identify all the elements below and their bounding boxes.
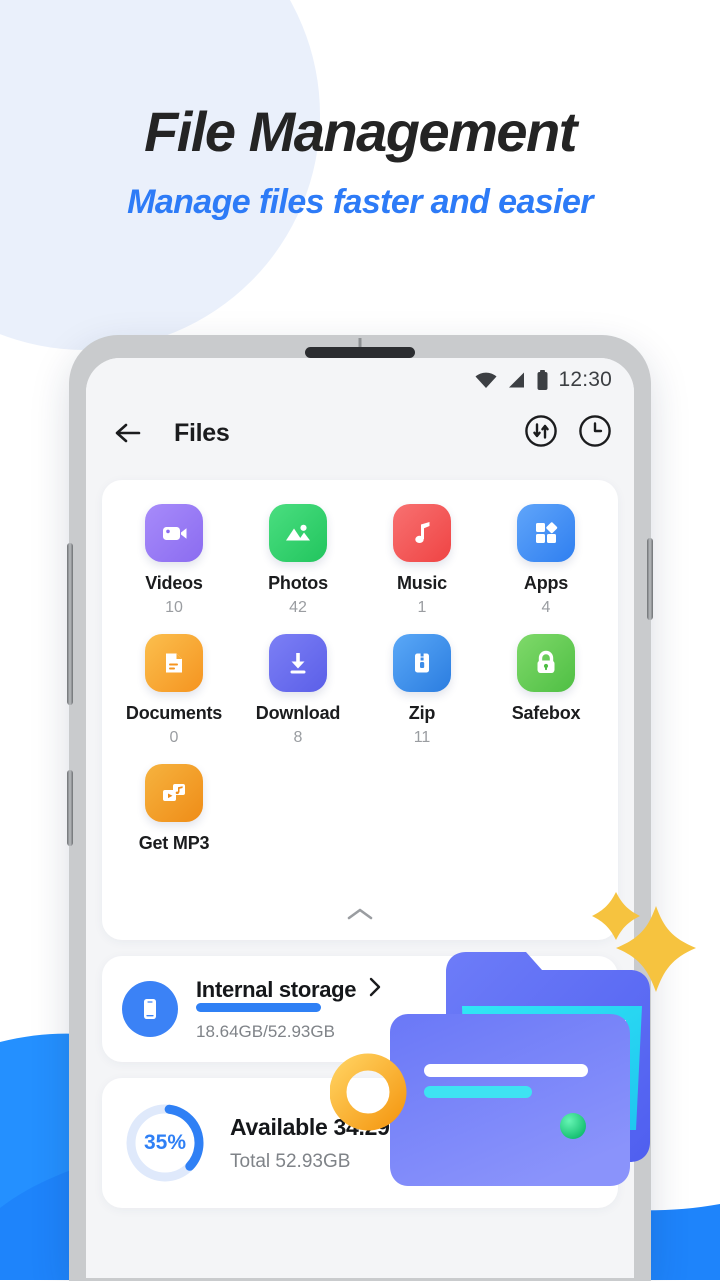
internal-storage-title: Internal storage [196, 976, 357, 1002]
storage-progress-track [196, 1003, 552, 1012]
signal-icon [507, 371, 527, 389]
page-title: File Management [144, 100, 577, 163]
download-arrow-icon [269, 634, 327, 692]
internal-storage-body: Internal storage 18.64GB/52.93GB [196, 976, 552, 1042]
internal-storage-card[interactable]: Internal storage 18.64GB/52.93GB [102, 956, 618, 1062]
category-count: 0 [169, 729, 179, 746]
available-storage-total: Total 52.93GB [230, 1150, 351, 1172]
category-label: Videos [145, 573, 203, 593]
category-label: Documents [125, 703, 223, 723]
wifi-icon [474, 371, 498, 389]
side-assistant-button[interactable] [67, 770, 73, 846]
zip-file-icon [393, 634, 451, 692]
back-arrow-icon[interactable] [108, 413, 148, 453]
category-count: 1 [417, 599, 427, 616]
categories-card: Videos 10 Photos 42 Music 1 Apps 4 Docum… [102, 480, 618, 940]
sort-icon[interactable] [524, 414, 558, 453]
category-label: Photos [268, 573, 328, 593]
app-bar: Files [86, 402, 634, 464]
phone-mockup: 12:30 Files Videos 10 Photos 42 Music 1 … [67, 335, 653, 1281]
category-item-photos[interactable]: Photos 42 [236, 504, 360, 618]
smartphone-icon [122, 981, 178, 1037]
storage-percent-label: 35% [143, 1131, 187, 1154]
internal-storage-usage: 18.64GB/52.93GB [196, 1022, 335, 1041]
storage-donut-chart: 35% [122, 1100, 208, 1186]
category-item-apps[interactable]: Apps 4 [484, 504, 608, 618]
category-label: Apps [523, 573, 569, 593]
page-subtitle: Manage files faster and easier [127, 183, 593, 221]
category-label: Get MP3 [138, 833, 210, 853]
category-item-download[interactable]: Download 8 [236, 634, 360, 748]
category-label: Zip [408, 703, 436, 723]
apps-grid-icon [517, 504, 575, 562]
category-item-videos[interactable]: Videos 10 [112, 504, 236, 618]
battery-icon [536, 369, 549, 391]
history-clock-icon[interactable] [578, 414, 612, 453]
phone-screen: 12:30 Files Videos 10 Photos 42 Music 1 … [86, 358, 634, 1278]
category-item-safebox[interactable]: Safebox [484, 634, 608, 748]
available-storage-body: Available 34.29GB Total 52.93GB [230, 1114, 424, 1173]
video-camera-icon [145, 504, 203, 562]
category-count: 8 [293, 729, 303, 746]
category-item-zip[interactable]: Zip 11 [360, 634, 484, 748]
video-to-music-icon [145, 764, 203, 822]
internal-storage-title-row: Internal storage [196, 976, 552, 1003]
category-item-music[interactable]: Music 1 [360, 504, 484, 618]
available-storage-card[interactable]: 35% Available 34.29GB Total 52.93GB [102, 1078, 618, 1208]
image-mountain-icon [269, 504, 327, 562]
app-bar-title: Files [174, 418, 230, 447]
category-item-get-mp3[interactable]: Get MP3 [112, 764, 236, 878]
chevron-right-icon[interactable] [368, 976, 383, 1003]
power-button[interactable] [647, 538, 653, 620]
status-time: 12:30 [558, 368, 612, 391]
category-count: 42 [289, 599, 307, 616]
category-count: 11 [413, 729, 431, 746]
promo-header: File Management Manage files faster and … [0, 0, 720, 221]
category-label: Music [396, 573, 447, 593]
storage-progress-fill [196, 1003, 321, 1012]
folder-outline-icon[interactable] [564, 992, 598, 1026]
status-bar: 12:30 [86, 358, 634, 402]
phone-antenna-line [358, 338, 362, 347]
category-label: Download [255, 703, 341, 723]
document-icon [145, 634, 203, 692]
music-note-icon [393, 504, 451, 562]
category-item-documents[interactable]: Documents 0 [112, 634, 236, 748]
category-label: Safebox [511, 703, 581, 723]
category-count: 10 [165, 599, 183, 616]
volume-rocker-button[interactable] [67, 543, 73, 705]
category-count: 4 [541, 599, 551, 616]
app-bar-actions [524, 414, 612, 453]
available-storage-title: Available 34.29GB [230, 1113, 424, 1140]
phone-earpiece-speaker [305, 347, 415, 358]
lock-icon [517, 634, 575, 692]
category-grid: Videos 10 Photos 42 Music 1 Apps 4 Docum… [112, 504, 608, 894]
chevron-up-icon[interactable] [112, 894, 608, 934]
